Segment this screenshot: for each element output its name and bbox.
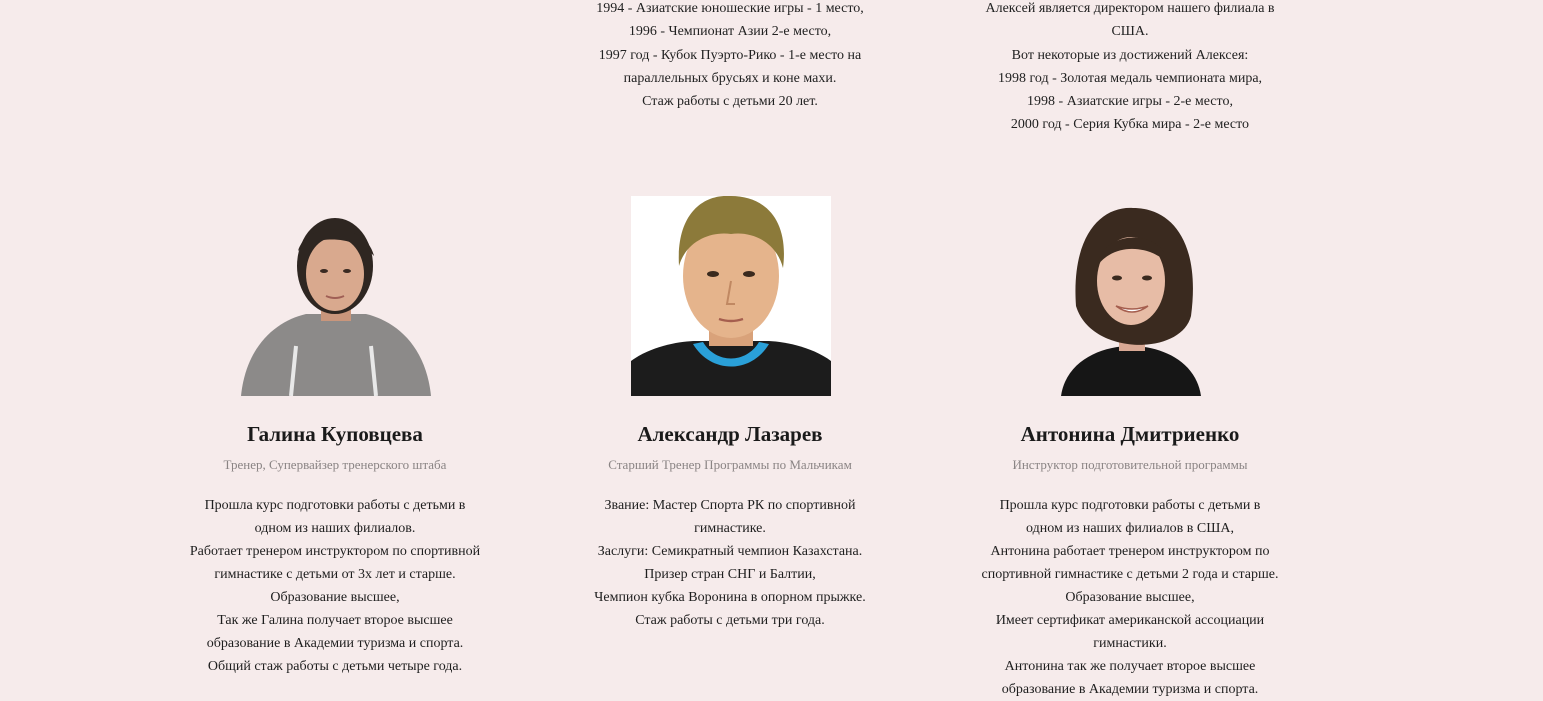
bio-line: Прошла курс подготовки работы с детьми в xyxy=(204,498,466,513)
bio-line: Чемпион кубка Воронина в опорном прыжке. xyxy=(594,590,866,605)
bio-line: Так же Галина получает второе высшее xyxy=(217,613,453,628)
text-line: Вот некоторые из достижений Алексея: xyxy=(1011,47,1249,63)
coach-name: Антонина Дмитриенко xyxy=(1020,422,1240,446)
bio-line: Работает тренером инструктором по спорти… xyxy=(189,544,481,559)
coach-role: Инструктор подготовительной программы xyxy=(1012,457,1248,472)
text-line: 1996 - Чемпионат Азии 2-е место, xyxy=(628,24,832,40)
bio-line: Общий стаж работы с детьми четыре года. xyxy=(207,659,463,674)
text-line: 1998 - Азиатские игры - 2-е место, xyxy=(1027,94,1233,110)
coach-role: Тренер, Супервайзер тренерского штаба xyxy=(223,457,447,472)
text-line: Алексей является директором нашего филиа… xyxy=(985,1,1275,16)
coach-role: Старший Тренер Программы по Мальчикам xyxy=(608,457,852,472)
bio-line: образование в Академии туризма и спорта. xyxy=(1001,682,1259,697)
coach-bio: Звание: Мастер Спорта РК по спортивной г… xyxy=(565,494,895,632)
text-line: США. xyxy=(1111,24,1149,40)
coach-name: Галина Куповцева xyxy=(247,422,423,446)
bio-line: гимнастики. xyxy=(1093,636,1167,651)
top-achievements-col-3: Алексей является директором нашего филиа… xyxy=(970,0,1290,137)
bio-line: Прошла курс подготовки работы с детьми в xyxy=(999,498,1261,513)
top-achievements-col-2: 1994 - Азиатские юношеские игры - 1 мест… xyxy=(580,0,880,113)
coach-photo-antonina xyxy=(1031,196,1231,396)
bio-line: Стаж работы с детьми три года. xyxy=(635,613,825,628)
coach-photo-galina xyxy=(236,196,436,397)
bio-line: Имеет сертификат американской ассоциации xyxy=(995,613,1265,628)
text-line: Стаж работы с детьми 20 лет. xyxy=(642,94,818,110)
bio-line: Образование высшее, xyxy=(270,590,400,605)
bio-line: Образование высшее, xyxy=(1065,590,1195,605)
text-line: 1997 год - Кубок Пуэрто-Рико - 1-е место… xyxy=(598,47,862,63)
bio-line: Звание: Мастер Спорта РК по спортивной xyxy=(604,498,856,513)
text-line: параллельных брусьях и коне махи. xyxy=(623,70,837,86)
bio-line: Заслуги: Семикратный чемпион Казахстана. xyxy=(597,544,863,559)
bio-line: гимнастике. xyxy=(694,521,766,536)
text-line: 1998 год - Золотая медаль чемпионата мир… xyxy=(997,70,1263,86)
bio-line: гимнастике с детьми от 3х лет и старше. xyxy=(214,567,456,582)
text-line: 1994 - Азиатские юношеские игры - 1 мест… xyxy=(596,1,864,16)
bio-line: Призер стран СНГ и Балтии, xyxy=(644,567,816,582)
text-line: 2000 год - Серия Кубка мира - 2-е место xyxy=(1010,117,1250,133)
bio-line: одном из наших филиалов в США, xyxy=(1026,521,1234,536)
bio-line: спортивной гимнастике с детьми 2 года и … xyxy=(981,567,1279,582)
coach-name: Александр Лазарев xyxy=(637,422,823,446)
bio-line: Антонина так же получает второе высшее xyxy=(1004,659,1256,674)
bio-line: одном из наших филиалов. xyxy=(254,521,416,536)
coach-photo-alexander xyxy=(631,195,831,396)
bio-line: Антонина работает тренером инструктором … xyxy=(990,544,1270,559)
coach-bio: Прошла курс подготовки работы с детьми в… xyxy=(170,494,500,678)
bio-line: образование в Академии туризма и спорта. xyxy=(206,636,464,651)
coach-bio: Прошла курс подготовки работы с детьми в… xyxy=(955,494,1305,701)
